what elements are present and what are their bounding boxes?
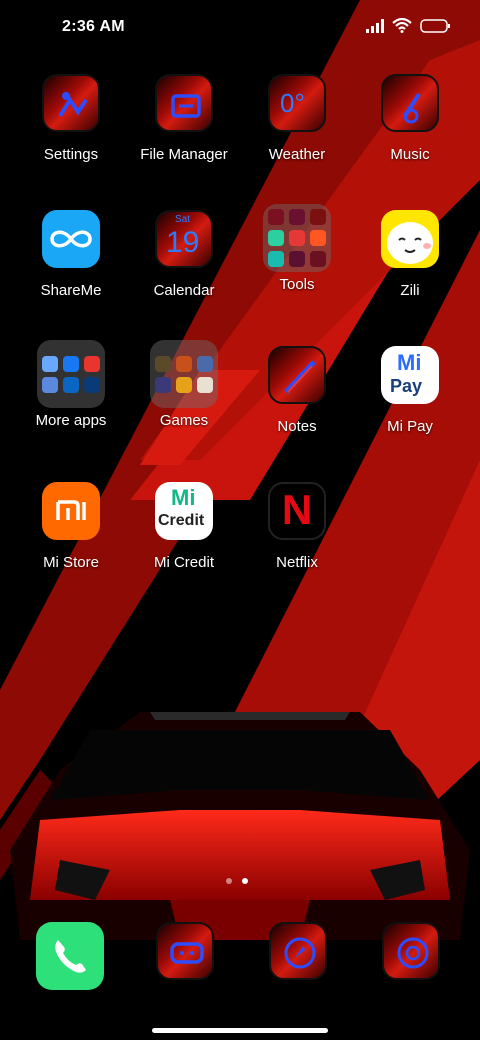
app-label: Notes — [277, 418, 317, 435]
app-more-apps-folder[interactable]: More apps — [16, 340, 126, 450]
mipay-mi: Mi — [397, 350, 422, 375]
app-label: Zili — [400, 282, 420, 299]
micredit-mi: Mi — [171, 485, 196, 510]
app-zili[interactable]: Zili — [355, 210, 465, 320]
app-tools-folder[interactable]: Tools — [242, 204, 352, 314]
mipay-icon: Mi Pay — [381, 346, 439, 404]
app-notes[interactable]: Notes — [242, 346, 352, 456]
page-indicator[interactable] — [226, 878, 248, 884]
notes-icon — [268, 346, 326, 404]
app-file-manager[interactable]: File Manager — [129, 74, 239, 184]
app-label: Mi Pay — [387, 418, 433, 435]
app-label: Netflix — [276, 554, 318, 571]
home-gesture-bar[interactable] — [152, 1028, 328, 1033]
page-dot[interactable] — [226, 878, 232, 884]
dock-browser[interactable] — [269, 922, 339, 992]
wifi-icon — [392, 18, 412, 33]
browser-icon — [269, 922, 327, 980]
games-folder-icon — [150, 340, 218, 408]
folder-icon — [155, 74, 213, 132]
micredit-credit: Credit — [158, 512, 205, 529]
battery-icon — [420, 18, 450, 33]
mipay-pay: Pay — [390, 376, 423, 396]
calendar-day: Sat — [175, 214, 191, 225]
app-label: Weather — [268, 146, 326, 163]
dock-phone[interactable] — [36, 922, 106, 992]
calendar-date: 19 — [166, 226, 200, 259]
messaging-icon — [156, 922, 214, 980]
app-shareme[interactable]: ShareMe — [16, 210, 126, 320]
netflix-icon: N — [268, 482, 326, 540]
zili-icon — [381, 210, 439, 268]
mi-store-icon — [42, 482, 100, 540]
dock-camera[interactable] — [382, 922, 452, 992]
app-mi-store[interactable]: Mi Store — [16, 482, 126, 592]
app-label: Mi Store — [43, 554, 99, 571]
phone-icon — [36, 922, 104, 990]
weather-icon: 0° — [268, 74, 326, 132]
camera-icon — [382, 922, 440, 980]
app-mi-pay[interactable]: Mi Pay Mi Pay — [355, 346, 465, 456]
dock — [0, 918, 480, 990]
app-games-folder[interactable]: Games — [129, 340, 239, 450]
app-settings[interactable]: Settings — [16, 74, 126, 184]
mi-credit-icon: Mi Credit — [155, 482, 213, 540]
page-dot-active[interactable] — [242, 878, 248, 884]
app-mi-credit[interactable]: Mi Credit Mi Credit — [129, 482, 239, 592]
app-calendar[interactable]: Sat 19 Calendar — [129, 210, 239, 320]
dock-messaging[interactable] — [156, 922, 226, 992]
status-bar: 2:36 AM — [0, 0, 480, 56]
app-label: Calendar — [153, 282, 215, 299]
signal-icon — [366, 18, 384, 33]
app-label: Mi Credit — [153, 554, 214, 571]
shareme-icon — [42, 210, 100, 268]
status-icons — [366, 18, 450, 33]
settings-icon — [42, 74, 100, 132]
calendar-icon: Sat 19 — [155, 210, 213, 268]
app-netflix[interactable]: N Netflix — [242, 482, 352, 592]
app-label: Settings — [43, 146, 99, 163]
app-label: Tools — [279, 276, 315, 293]
more-apps-folder-icon — [37, 340, 105, 408]
tools-folder-icon — [263, 204, 331, 272]
app-label: Games — [159, 412, 209, 429]
app-label: ShareMe — [40, 282, 102, 299]
weather-glyph: 0° — [280, 88, 305, 118]
netflix-glyph: N — [281, 486, 313, 533]
music-icon — [381, 74, 439, 132]
app-label: Music — [390, 146, 430, 163]
app-weather[interactable]: 0° Weather — [242, 74, 352, 184]
app-label: More apps — [35, 412, 107, 429]
status-time: 2:36 AM — [62, 18, 125, 35]
app-label: File Manager — [140, 146, 228, 163]
app-music[interactable]: Music — [355, 74, 465, 184]
